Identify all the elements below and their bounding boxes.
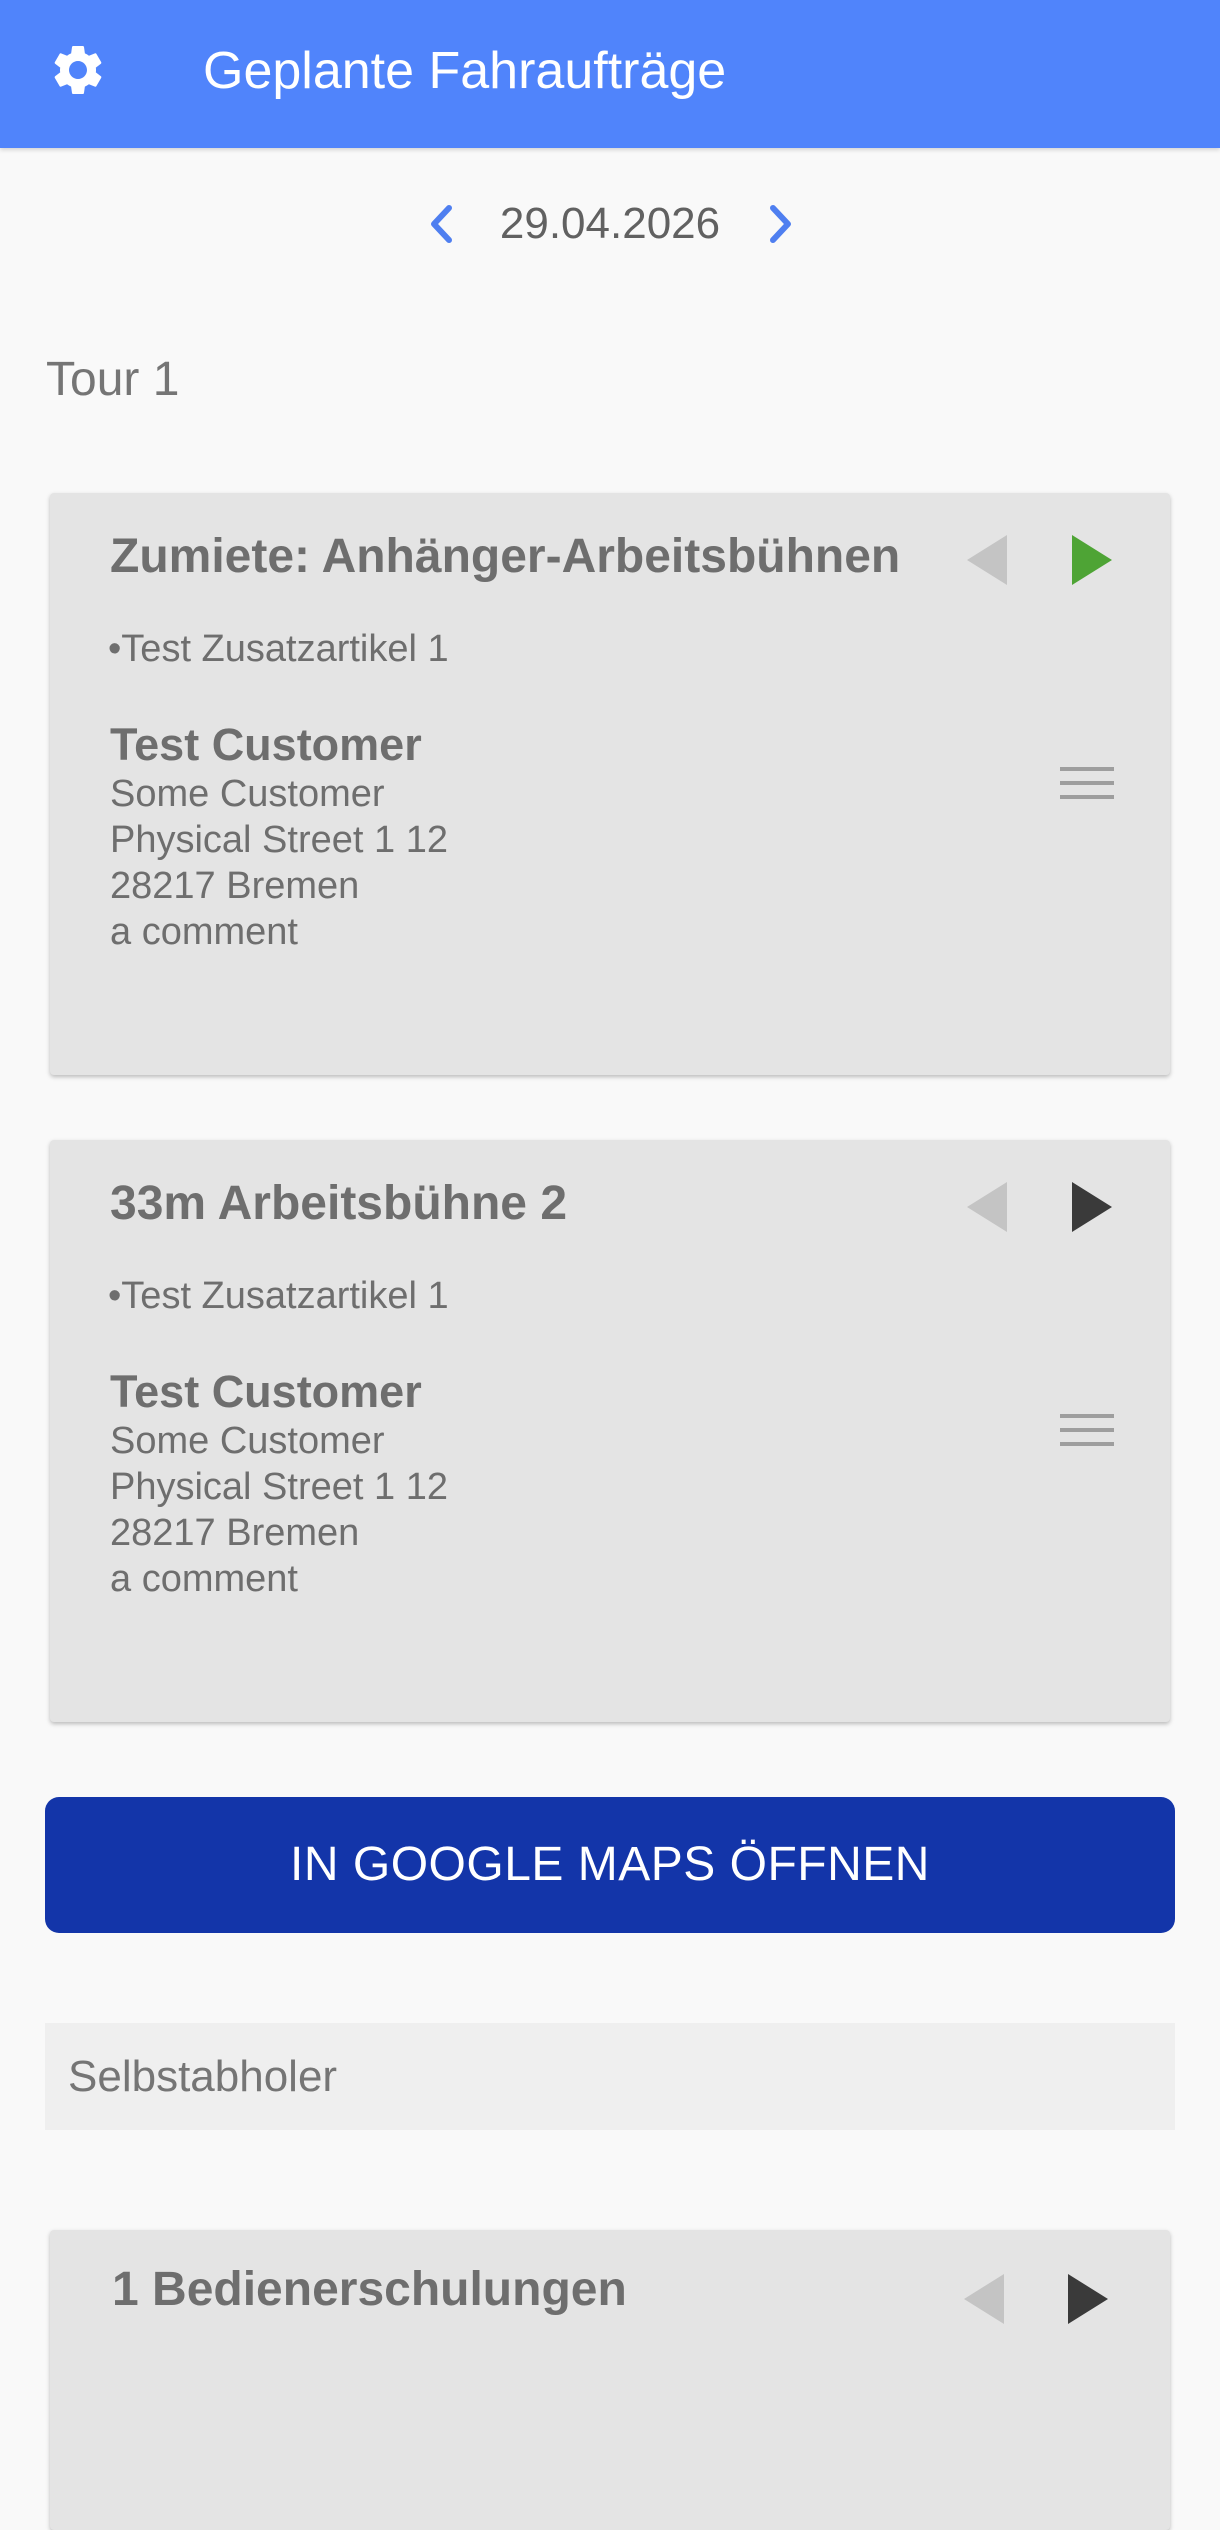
drag-handle-icon[interactable] <box>1060 1408 1114 1452</box>
customer-city: 28217 Bremen <box>110 1512 360 1554</box>
customer-city: 28217 Bremen <box>110 865 360 907</box>
app-bar: Geplante Fahraufträge <box>0 0 1220 148</box>
gear-icon[interactable] <box>48 40 108 100</box>
next-status-icon[interactable] <box>1066 2270 1110 2328</box>
order-title: Zumiete: Anhänger-Arbeitsbühnen <box>110 530 901 583</box>
customer-company: Some Customer <box>110 1420 385 1462</box>
order-card[interactable]: 33m Arbeitsbühne 2 •Test Zusatzartikel 1… <box>50 1140 1170 1722</box>
order-card[interactable]: Zumiete: Anhänger-Arbeitsbühnen •Test Zu… <box>50 493 1170 1075</box>
next-status-icon[interactable] <box>1070 1178 1114 1236</box>
section-title: Selbstabholer <box>68 2052 338 2101</box>
customer-name: Test Customer <box>110 1366 422 1417</box>
pickup-section-header: Selbstabholer <box>45 2023 1175 2130</box>
extra-item: •Test Zusatzartikel 1 <box>108 628 449 670</box>
start-order-icon[interactable] <box>1070 531 1114 589</box>
drag-handle-icon[interactable] <box>1060 761 1114 805</box>
extra-item: •Test Zusatzartikel 1 <box>108 1275 449 1317</box>
previous-status-icon[interactable] <box>962 2270 1006 2328</box>
previous-status-icon[interactable] <box>965 1178 1009 1236</box>
page-title: Geplante Fahraufträge <box>203 42 727 100</box>
current-date[interactable]: 29.04.2026 <box>455 196 765 252</box>
order-comment: a comment <box>110 911 298 953</box>
previous-status-icon[interactable] <box>965 531 1009 589</box>
order-title: 33m Arbeitsbühne 2 <box>110 1177 568 1230</box>
customer-name: Test Customer <box>110 719 422 770</box>
chevron-right-icon[interactable] <box>760 200 800 248</box>
order-comment: a comment <box>110 1558 298 1600</box>
tour-title: Tour 1 <box>46 353 180 406</box>
customer-street: Physical Street 1 12 <box>110 819 448 861</box>
order-card[interactable]: 1 Bedienerschulungen <box>50 2230 1170 2530</box>
customer-company: Some Customer <box>110 773 385 815</box>
customer-street: Physical Street 1 12 <box>110 1466 448 1508</box>
order-title: 1 Bedienerschulungen <box>112 2263 627 2316</box>
open-google-maps-button[interactable]: IN GOOGLE MAPS ÖFFNEN <box>45 1797 1175 1933</box>
